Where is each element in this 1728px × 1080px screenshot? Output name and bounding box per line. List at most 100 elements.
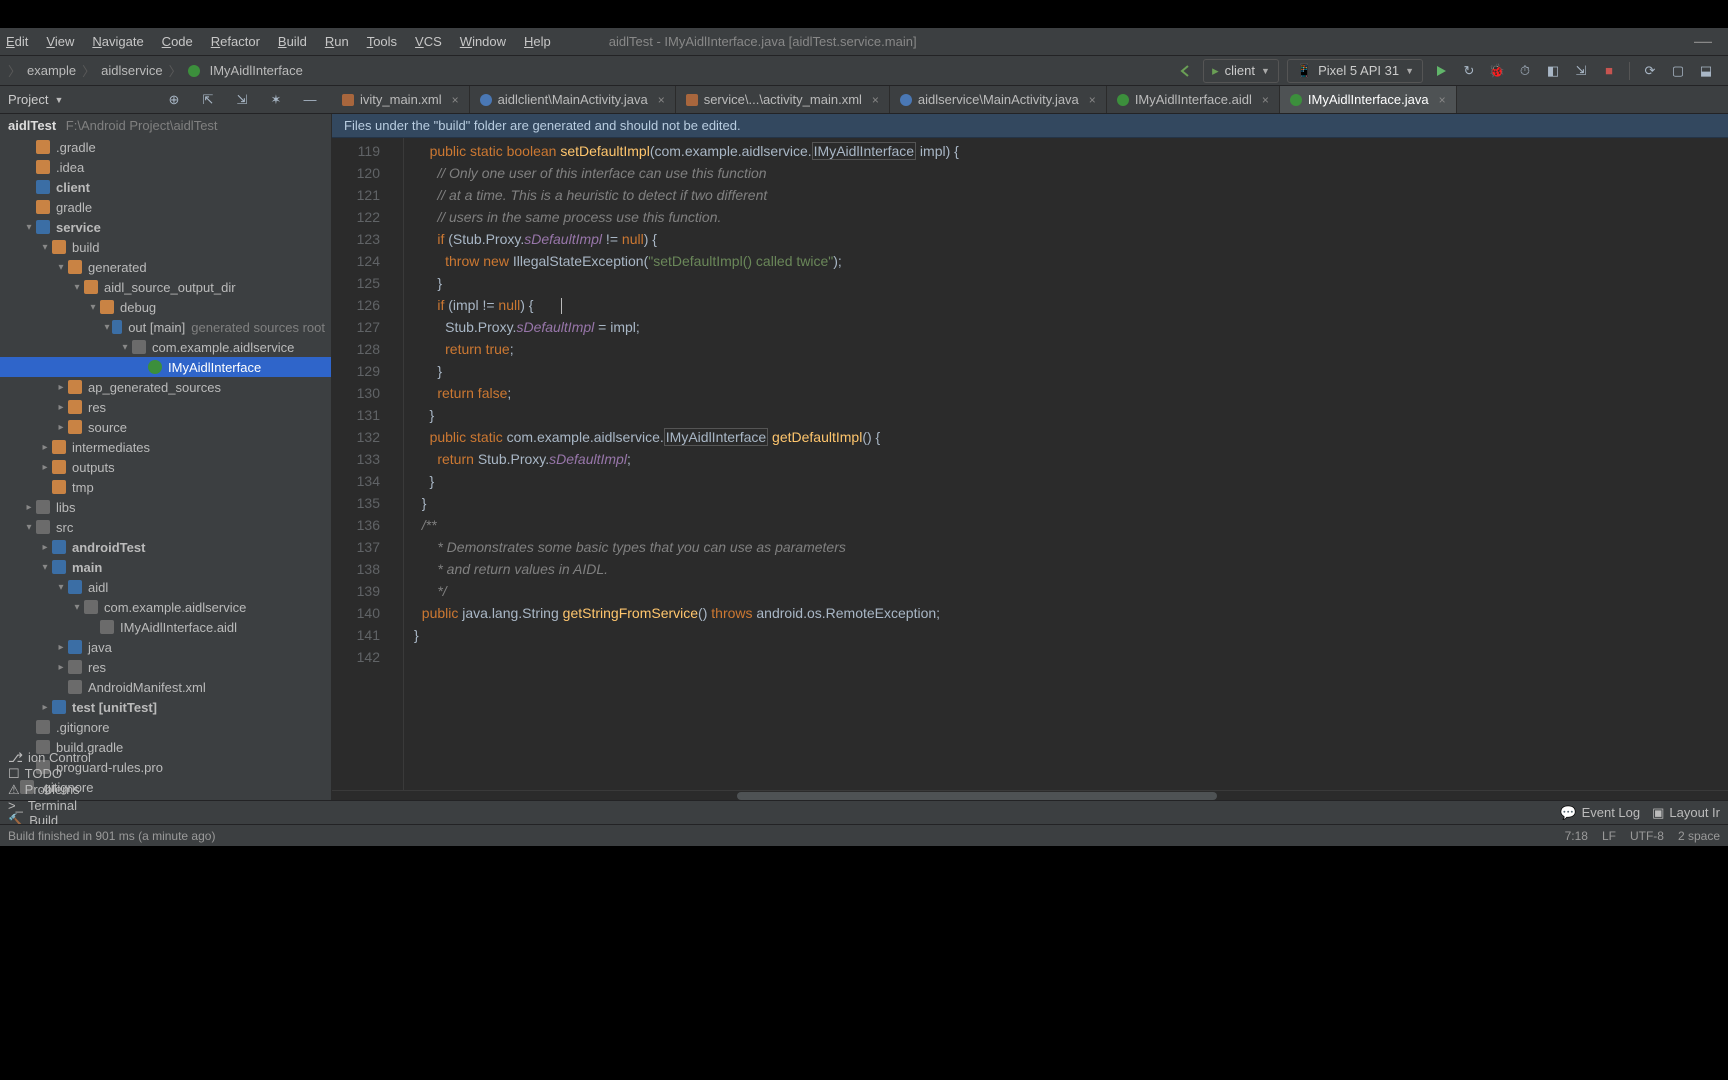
menu-view[interactable]: View [46, 34, 74, 49]
editor-tab[interactable]: service\...\activity_main.xml× [676, 86, 890, 113]
module-selector[interactable]: ▸ client ▼ [1203, 59, 1279, 83]
expand-arrow-icon[interactable]: ▸ [54, 642, 68, 653]
rerun-icon[interactable]: ↻ [1458, 60, 1480, 82]
editor-tab[interactable]: aidlclient\MainActivity.java× [470, 86, 676, 113]
tree-root[interactable]: aidlTest F:\Android Project\aidlTest [0, 114, 331, 137]
tree-node[interactable]: ▸java [0, 637, 331, 657]
expand-arrow-icon[interactable]: ▾ [54, 582, 68, 593]
tool-window-button[interactable]: >_ Terminal [8, 798, 115, 813]
tree-node[interactable]: client [0, 177, 331, 197]
tree-node[interactable]: ▸libs [0, 497, 331, 517]
menu-edit[interactable]: Edit [6, 34, 28, 49]
menu-window[interactable]: Window [460, 34, 506, 49]
line-gutter[interactable]: 1191201211221231241251261271281291301311… [332, 138, 390, 790]
tree-node[interactable]: ▾aidl_source_output_dir [0, 277, 331, 297]
project-pane-title[interactable]: PProjectroject [8, 92, 48, 107]
coverage-icon[interactable]: ◧ [1542, 60, 1564, 82]
editor-tab[interactable]: IMyAidlInterface.aidl× [1107, 86, 1280, 113]
expand-arrow-icon[interactable]: ▾ [38, 562, 52, 573]
collapse-icon[interactable]: ⇲ [231, 89, 253, 111]
expand-arrow-icon[interactable]: ▾ [38, 242, 52, 253]
run-icon[interactable] [1430, 60, 1452, 82]
tree-node[interactable]: ▸ap_generated_sources [0, 377, 331, 397]
project-tree[interactable]: aidlTest F:\Android Project\aidlTest .gr… [0, 114, 332, 800]
tree-node[interactable]: .gradle [0, 137, 331, 157]
menu-build[interactable]: Build [278, 34, 307, 49]
sync-icon[interactable]: ⟳ [1639, 60, 1661, 82]
attach-icon[interactable]: ⇲ [1570, 60, 1592, 82]
breadcrumb-seg[interactable]: IMyAidlInterface [210, 63, 303, 78]
expand-arrow-icon[interactable]: ▾ [118, 342, 132, 353]
tool-window-button[interactable]: ☐ TODO [8, 766, 115, 782]
editor-tab[interactable]: aidlservice\MainActivity.java× [890, 86, 1107, 113]
expand-arrow-icon[interactable]: ▸ [38, 442, 52, 453]
expand-arrow-icon[interactable]: ▸ [54, 382, 68, 393]
breadcrumb-seg[interactable]: aidlservice [101, 63, 162, 78]
tree-node[interactable]: ▸outputs [0, 457, 331, 477]
expand-arrow-icon[interactable]: ▾ [70, 282, 84, 293]
device-selector[interactable]: 📱 Pixel 5 API 31 ▼ [1287, 59, 1423, 83]
expand-arrow-icon[interactable]: ▸ [54, 402, 68, 413]
expand-icon[interactable]: ⇱ [197, 89, 219, 111]
expand-arrow-icon[interactable]: ▸ [38, 702, 52, 713]
expand-arrow-icon[interactable]: ▾ [22, 522, 36, 533]
expand-arrow-icon[interactable]: ▾ [22, 222, 36, 233]
menu-navigate[interactable]: Navigate [92, 34, 143, 49]
menu-tools[interactable]: Tools [367, 34, 397, 49]
fold-gutter[interactable] [390, 138, 404, 790]
tree-node[interactable]: ▸source [0, 417, 331, 437]
close-tab-icon[interactable]: × [1089, 93, 1096, 107]
expand-arrow-icon[interactable]: ▸ [54, 662, 68, 673]
expand-arrow-icon[interactable]: ▸ [22, 502, 36, 513]
tree-node[interactable]: ▾build [0, 237, 331, 257]
minimize-icon[interactable]: — [1694, 31, 1712, 52]
editor-tab[interactable]: ivity_main.xml× [332, 86, 470, 113]
sdk-icon[interactable]: ⬓ [1695, 60, 1717, 82]
expand-arrow-icon[interactable]: ▸ [38, 542, 52, 553]
tree-node[interactable]: IMyAidlInterface [0, 357, 331, 377]
tree-node[interactable]: ▾src [0, 517, 331, 537]
back-icon[interactable] [1174, 60, 1196, 82]
horizontal-scrollbar[interactable] [332, 790, 1728, 800]
close-tab-icon[interactable]: × [1439, 93, 1446, 107]
menu-refactor[interactable]: Refactor [211, 34, 260, 49]
tree-node[interactable]: .idea [0, 157, 331, 177]
tree-node[interactable]: IMyAidlInterface.aidl [0, 617, 331, 637]
close-tab-icon[interactable]: × [452, 93, 459, 107]
settings-icon[interactable]: ✶ [265, 89, 287, 111]
tree-node[interactable]: ▾out [main]generated sources root [0, 317, 331, 337]
expand-arrow-icon[interactable]: ▾ [86, 302, 100, 313]
tree-node[interactable]: ▾debug [0, 297, 331, 317]
breadcrumb-seg[interactable]: example [27, 63, 76, 78]
tree-node[interactable]: ▸res [0, 397, 331, 417]
stop-icon[interactable]: ■ [1598, 60, 1620, 82]
code-area[interactable]: public static boolean setDefaultImpl(com… [404, 138, 1728, 790]
menu-help[interactable]: Help [524, 34, 551, 49]
target-icon[interactable]: ⊕ [163, 89, 185, 111]
expand-arrow-icon[interactable]: ▸ [38, 462, 52, 473]
expand-arrow-icon[interactable]: ▾ [70, 602, 84, 613]
tool-window-button[interactable]: ⚠ Problems [8, 782, 115, 798]
file-encoding[interactable]: UTF-8 [1630, 829, 1664, 843]
close-tab-icon[interactable]: × [872, 93, 879, 107]
close-tab-icon[interactable]: × [658, 93, 665, 107]
profile-icon[interactable]: ⏱ [1514, 60, 1536, 82]
event-log-button[interactable]: 💬Event Log [1560, 805, 1640, 821]
tree-node[interactable]: gradle [0, 197, 331, 217]
indent-setting[interactable]: 2 space [1678, 829, 1720, 843]
tree-node[interactable]: ▾service [0, 217, 331, 237]
expand-arrow-icon[interactable]: ▸ [54, 422, 68, 433]
tree-node[interactable]: .gitignore [0, 717, 331, 737]
caret-position[interactable]: 7:18 [1565, 829, 1588, 843]
line-separator[interactable]: LF [1602, 829, 1616, 843]
expand-arrow-icon[interactable]: ▾ [102, 322, 112, 333]
tree-node[interactable]: ▾generated [0, 257, 331, 277]
tree-node[interactable]: ▸test [unitTest] [0, 697, 331, 717]
expand-arrow-icon[interactable]: ▾ [54, 262, 68, 273]
menu-run[interactable]: Run [325, 34, 349, 49]
menu-code[interactable]: Code [162, 34, 193, 49]
tree-node[interactable]: ▾com.example.aidlservice [0, 597, 331, 617]
tool-window-button[interactable]: ⎇ ion Control [8, 750, 115, 766]
menu-vcs[interactable]: VCS [415, 34, 442, 49]
close-tab-icon[interactable]: × [1262, 93, 1269, 107]
